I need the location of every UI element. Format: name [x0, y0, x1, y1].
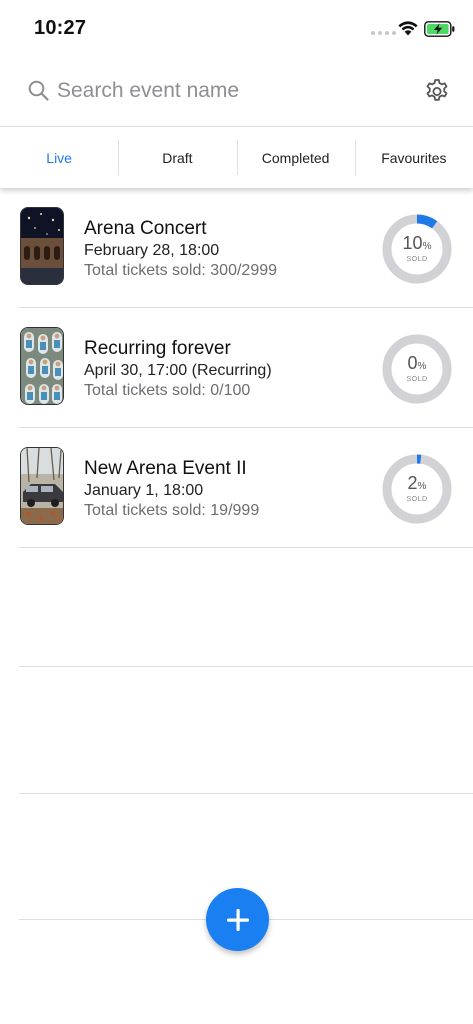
search-icon	[28, 80, 49, 101]
status-bar: 10:27	[0, 0, 473, 56]
sold-progress-ring: 2% SOLD	[381, 453, 453, 525]
search-bar	[0, 56, 473, 126]
event-title: Recurring forever	[84, 338, 231, 359]
event-row[interactable]: New Arena Event II January 1, 18:00 Tota…	[19, 428, 473, 548]
sold-label: SOLD	[406, 376, 428, 383]
tab-label: Draft	[162, 149, 193, 166]
event-date: April 30, 17:00 (Recurring)	[84, 362, 272, 379]
event-title: New Arena Event II	[84, 458, 247, 479]
wifi-icon	[398, 21, 418, 36]
tab-draft[interactable]: Draft	[118, 127, 236, 188]
battery-charging-icon	[424, 21, 455, 37]
sold-progress-ring: 0% SOLD	[381, 333, 453, 405]
tab-label: Live	[46, 149, 72, 166]
event-tickets-sold: Total tickets sold: 19/999	[84, 502, 260, 519]
tab-favourites[interactable]: Favourites	[354, 127, 473, 188]
gear-icon[interactable]	[424, 78, 450, 104]
plus-icon	[226, 908, 249, 931]
event-tickets-sold: Total tickets sold: 0/100	[84, 382, 251, 399]
signal-icon	[371, 31, 396, 35]
tab-completed[interactable]: Completed	[236, 127, 355, 188]
sold-label: SOLD	[406, 496, 428, 503]
event-list: Arena Concert February 28, 18:00 Total t…	[0, 188, 473, 548]
sold-percent: 0%	[407, 353, 427, 373]
event-date: February 28, 18:00	[84, 242, 220, 259]
tab-label: Favourites	[381, 149, 447, 166]
sold-label: SOLD	[406, 256, 428, 263]
event-row[interactable]: Recurring forever April 30, 17:00 (Recur…	[19, 308, 473, 428]
list-divider	[19, 793, 473, 794]
tab-label: Completed	[261, 149, 330, 166]
event-thumbnail	[20, 327, 64, 405]
event-tickets-sold: Total tickets sold: 300/2999	[84, 262, 278, 279]
event-thumbnail	[20, 447, 64, 525]
status-tabs: Live Draft Completed Favourites	[0, 126, 473, 188]
status-time: 10:27	[34, 17, 87, 39]
add-event-button[interactable]	[206, 888, 269, 951]
sold-progress-ring: 10% SOLD	[381, 213, 453, 285]
event-date: January 1, 18:00	[84, 482, 204, 499]
sold-percent: 10%	[402, 233, 432, 253]
sold-percent: 2%	[407, 473, 427, 493]
tab-live[interactable]: Live	[0, 127, 118, 188]
event-thumbnail	[20, 207, 64, 285]
search-input[interactable]	[57, 75, 397, 107]
list-divider	[19, 666, 473, 667]
event-row[interactable]: Arena Concert February 28, 18:00 Total t…	[19, 188, 473, 308]
event-title: Arena Concert	[84, 218, 207, 239]
